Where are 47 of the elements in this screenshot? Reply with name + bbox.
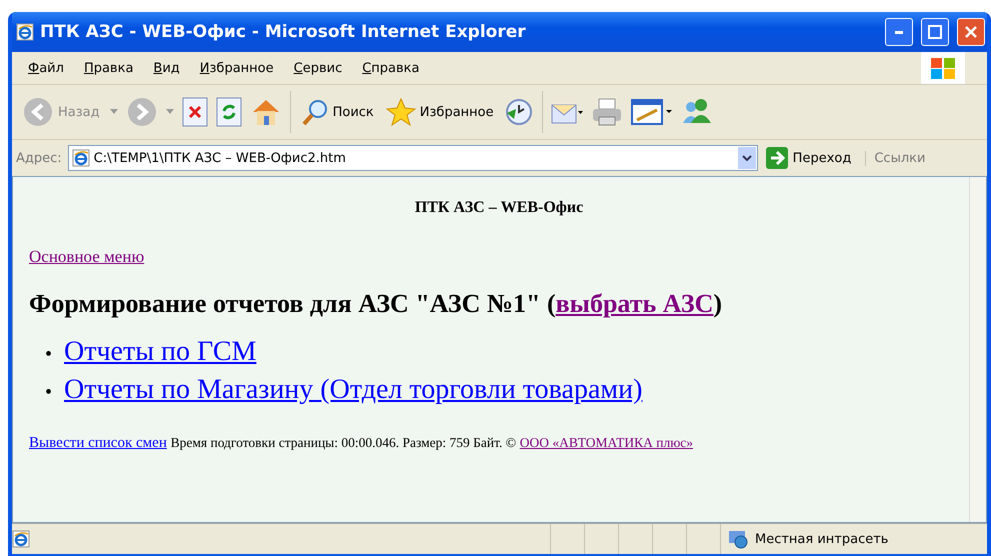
star-icon [386,97,416,127]
dropdown-button[interactable] [738,147,756,169]
page-header: ПТК АЗС – WEB-Офис [414,199,584,217]
refresh-icon [216,97,242,127]
edit-page-icon [630,98,673,126]
window-title: ПТК АЗС - WEB-Офис - Microsoft Internet Explorer [40,22,527,42]
bullet: • [45,344,52,364]
page-icon [12,530,30,548]
minimize-icon [894,30,904,34]
links-label[interactable]: Ссылки [865,150,926,166]
main-menu-link[interactable]: Основное меню [29,247,144,266]
page-heading: Формирование отчетов для АЗС "АЗС №1" (выбрать АЗС) [29,289,724,319]
magnifier-icon [300,97,329,127]
search-button[interactable]: Поиск [298,95,376,129]
menu-item[interactable]: Файл [18,60,74,76]
favorites-button[interactable]: Избранное [384,95,496,129]
maximize-icon [928,25,942,39]
windows-flag-icon [921,52,965,84]
history-clock-icon [504,97,534,127]
dropdown-arrow-icon [166,109,174,115]
menu-item[interactable]: Избранное [190,60,284,76]
address-label: Адрес: [16,150,62,166]
address-field[interactable]: C:\TEMP\1\ПТК АЗС – WEB-Офис2.htm [68,145,758,171]
report-link[interactable]: Отчеты по Магазину (Отдел торговли товарами) [64,371,642,409]
minimize-button[interactable] [885,18,913,46]
report-link[interactable]: Отчеты по ГСМ [64,333,256,371]
zone-label: Местная интрасеть [755,532,888,546]
shifts-link[interactable]: Вывести список смен [29,435,167,451]
bullet: • [45,382,52,402]
printer-icon [590,97,623,127]
menu-item[interactable]: Справка [352,60,430,76]
menu-item[interactable]: Сервис [284,60,352,76]
scrollbar[interactable] [969,177,986,522]
dropdown-arrow-icon [110,109,118,115]
chevron-down-icon [742,155,752,161]
choose-station-link[interactable]: выбрать АЗС [556,289,714,318]
page-info: Время подготовки страницы: 00:00.046. Размер: 759 Байт. © [170,435,516,450]
close-button[interactable] [957,18,985,46]
menu-item[interactable]: Вид [143,60,190,76]
maximize-button[interactable] [921,18,949,46]
go-button[interactable]: Переход [764,147,860,169]
close-icon [964,25,978,39]
browser-icon [16,23,34,41]
stop-icon [182,97,208,127]
menu-item[interactable]: Правка [74,60,144,76]
page-icon [72,149,90,167]
company-link[interactable]: ООО «АВТОМАТИКА плюс» [520,435,694,450]
